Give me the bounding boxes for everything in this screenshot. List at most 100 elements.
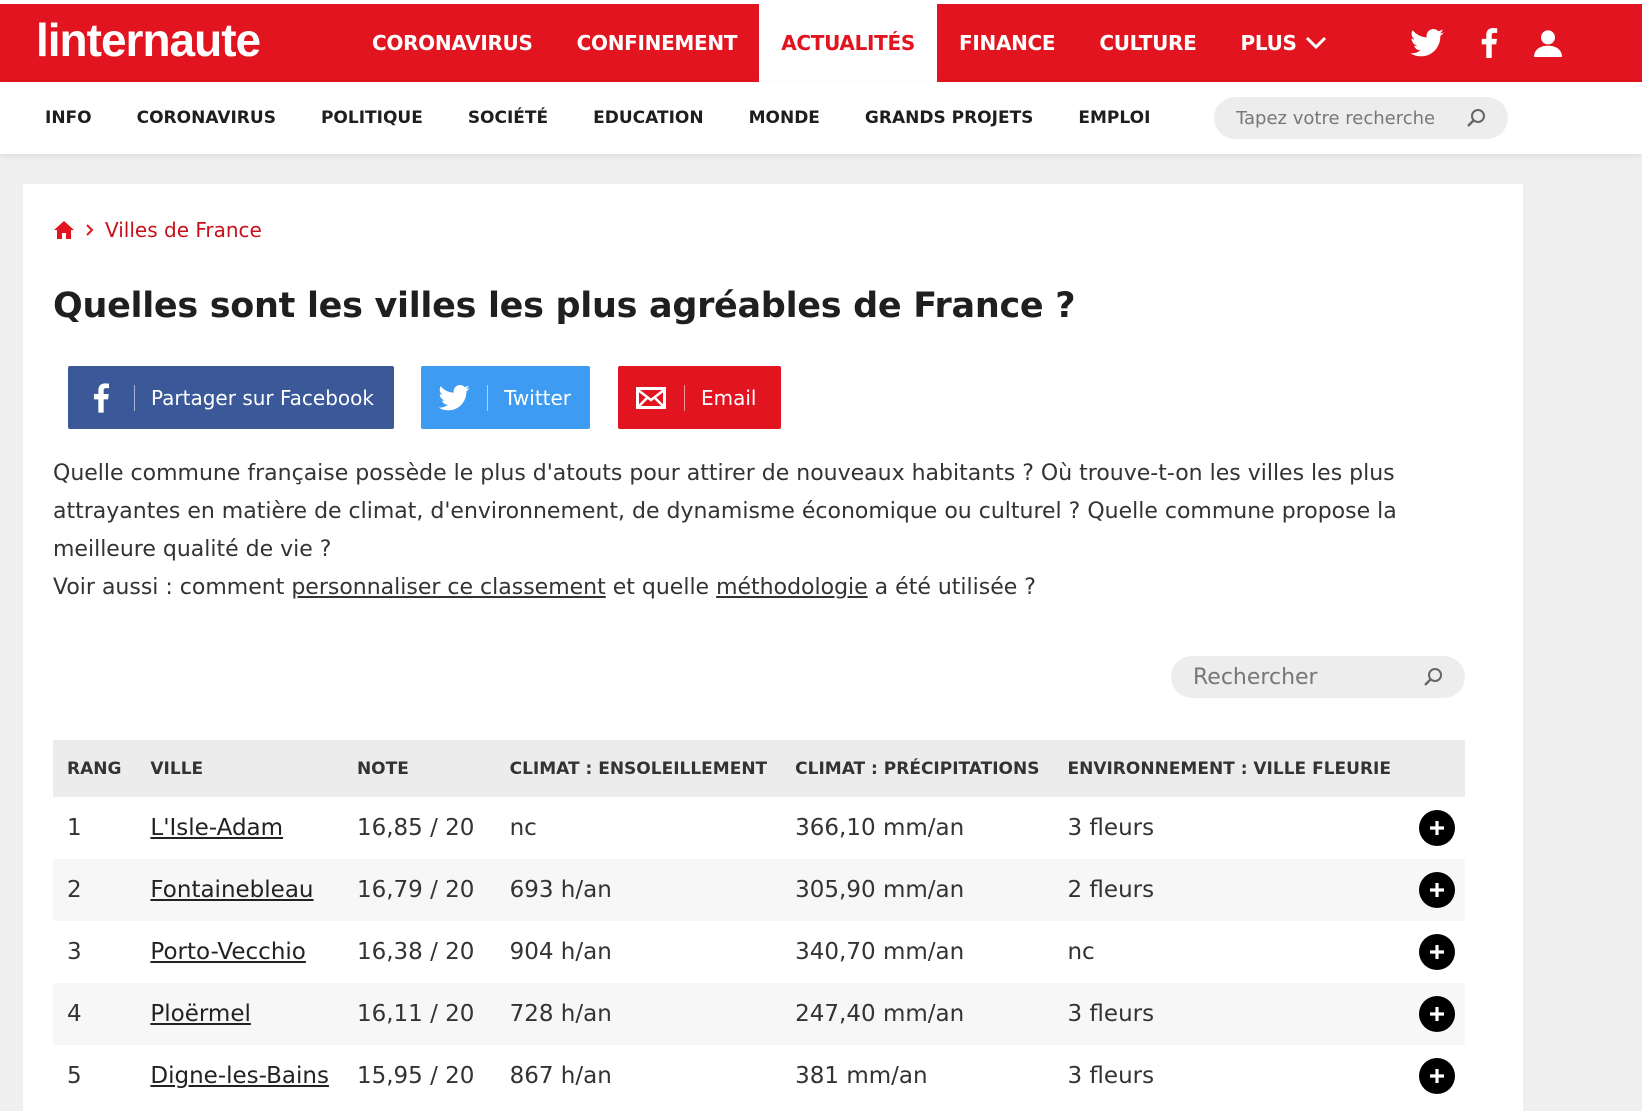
nav-label: PLUS xyxy=(1240,31,1297,55)
cell-ville: L'Isle-Adam xyxy=(136,797,343,859)
cell-ville: Digne-les-Bains xyxy=(136,1045,343,1107)
nav-culture[interactable]: CULTURE xyxy=(1077,4,1218,82)
cell-ville: Fontainebleau xyxy=(136,859,343,921)
col-precipitations[interactable]: CLIMAT : PRÉCIPITATIONS xyxy=(781,740,1053,797)
table-header-row: RANG VILLE NOTE CLIMAT : ENSOLEILLEMENT … xyxy=(53,740,1465,797)
see-also-suffix: a été utilisée ? xyxy=(867,575,1036,600)
nav-finance[interactable]: FINANCE xyxy=(937,4,1077,82)
search-icon[interactable] xyxy=(1466,108,1486,128)
city-link[interactable]: Fontainebleau xyxy=(150,877,313,903)
subnav-info[interactable]: INFO xyxy=(45,108,92,128)
cell-actions xyxy=(1405,983,1465,1045)
nav-label: CONFINEMENT xyxy=(576,31,738,55)
nav-actualites[interactable]: ACTUALITÉS xyxy=(759,4,937,82)
subnav-societe[interactable]: SOCIÉTÉ xyxy=(468,108,548,128)
cell-precipitations: 340,70 mm/an xyxy=(795,939,965,965)
nav-plus[interactable]: PLUS xyxy=(1219,4,1349,82)
city-link[interactable]: Digne-les-Bains xyxy=(150,1063,329,1089)
subnav-monde[interactable]: MONDE xyxy=(749,108,820,128)
breadcrumb: Villes de France xyxy=(53,218,262,242)
social-icons xyxy=(1410,4,1562,82)
svg-text:linternaute: linternaute xyxy=(36,14,261,66)
col-note[interactable]: NOTE xyxy=(343,740,496,797)
cell-precipitations: 247,40 mm/an xyxy=(795,1001,965,1027)
twitter-icon[interactable] xyxy=(1410,29,1444,57)
personalize-link[interactable]: personnaliser ce classement xyxy=(291,575,605,600)
share-twitter-button[interactable]: Twitter xyxy=(421,366,590,429)
col-actions xyxy=(1405,740,1465,797)
cell-note: 15,95 / 20 xyxy=(356,1063,475,1089)
page-title: Quelles sont les villes les plus agréabl… xyxy=(53,286,1076,326)
table-search-input[interactable] xyxy=(1193,664,1413,690)
cell-note: 16,85 / 20 xyxy=(356,815,475,841)
cell-ville-fleurie: 3 fleurs xyxy=(1067,1001,1155,1027)
search-icon[interactable] xyxy=(1423,667,1443,687)
table-row: 5 Digne-les-Bains 15,95 / 20 867 h/an 381 mm… xyxy=(53,1045,1465,1107)
chevron-right-icon xyxy=(86,224,94,236)
facebook-icon xyxy=(68,366,134,429)
nav-confinement[interactable]: CONFINEMENT xyxy=(555,4,760,82)
expand-row-button[interactable] xyxy=(1419,996,1455,1032)
cell-ville-fleurie: nc xyxy=(1067,939,1095,965)
nav-coronavirus[interactable]: CORONAVIRUS xyxy=(350,4,555,82)
cell-ville: Ploërmel xyxy=(136,983,343,1045)
divider xyxy=(487,384,488,411)
share-facebook-label: Partager sur Facebook xyxy=(151,385,374,410)
cell-ensoleillement: 867 h/an xyxy=(509,1063,612,1089)
expand-row-button[interactable] xyxy=(1419,934,1455,970)
cell-note: 16,11 / 20 xyxy=(356,1001,475,1027)
user-icon[interactable] xyxy=(1534,29,1562,57)
cell-ville: Porto-Vecchio xyxy=(136,921,343,983)
col-ensoleillement[interactable]: CLIMAT : ENSOLEILLEMENT xyxy=(496,740,782,797)
chevron-down-icon xyxy=(1305,36,1326,50)
expand-row-button[interactable] xyxy=(1419,1058,1455,1094)
facebook-icon[interactable] xyxy=(1480,28,1498,58)
cell-precipitations: 305,90 mm/an xyxy=(795,877,965,903)
plus-icon xyxy=(1430,821,1444,835)
site-search xyxy=(1214,97,1508,139)
subnav-politique[interactable]: POLITIQUE xyxy=(321,108,423,128)
plus-icon xyxy=(1430,945,1444,959)
subnav-education[interactable]: EDUCATION xyxy=(593,108,703,128)
plus-icon xyxy=(1430,1007,1444,1021)
table-row: 2 Fontainebleau 16,79 / 20 693 h/an 305,90 m… xyxy=(53,859,1465,921)
share-facebook-button[interactable]: Partager sur Facebook xyxy=(68,366,394,429)
cell-ville-fleurie: 3 fleurs xyxy=(1067,815,1155,841)
top-header: linternaute CORONAVIRUS CONFINEMENT ACTU… xyxy=(0,0,1642,82)
city-link[interactable]: Ploërmel xyxy=(150,1001,250,1027)
subnav-emploi[interactable]: EMPLOI xyxy=(1078,108,1150,128)
site-search-input[interactable] xyxy=(1236,107,1456,129)
share-email-button[interactable]: Email xyxy=(618,366,781,429)
home-icon[interactable] xyxy=(53,220,75,240)
breadcrumb-link[interactable]: Villes de France xyxy=(105,218,262,242)
table-row: 3 Porto-Vecchio 16,38 / 20 904 h/an 340,70 m… xyxy=(53,921,1465,983)
cell-precipitations: 366,10 mm/an xyxy=(795,815,965,841)
methodology-link[interactable]: méthodologie xyxy=(716,575,868,600)
expand-row-button[interactable] xyxy=(1419,810,1455,846)
site-logo[interactable]: linternaute xyxy=(34,14,324,68)
cell-ensoleillement: 904 h/an xyxy=(509,939,612,965)
plus-icon xyxy=(1430,883,1444,897)
divider xyxy=(134,384,135,411)
city-link[interactable]: Porto-Vecchio xyxy=(150,939,305,965)
cell-actions xyxy=(1405,1045,1465,1107)
subnav-grands-projets[interactable]: GRANDS PROJETS xyxy=(865,108,1033,128)
sub-nav: INFO CORONAVIRUS POLITIQUE SOCIÉTÉ EDUCA… xyxy=(45,82,1150,154)
cell-rang: 4 xyxy=(67,1001,82,1027)
nav-label: ACTUALITÉS xyxy=(781,31,915,55)
nav-label: FINANCE xyxy=(959,31,1056,55)
expand-row-button[interactable] xyxy=(1419,872,1455,908)
subnav-coronavirus[interactable]: CORONAVIRUS xyxy=(137,108,276,128)
col-ville[interactable]: VILLE xyxy=(136,740,343,797)
see-also-line: Voir aussi : comment personnaliser ce cl… xyxy=(53,569,1473,607)
mail-icon xyxy=(618,366,684,429)
col-ville-fleurie[interactable]: ENVIRONNEMENT : VILLE FLEURIE xyxy=(1053,740,1405,797)
content-card: Villes de France Quelles sont les villes… xyxy=(23,184,1523,1111)
col-rang[interactable]: RANG xyxy=(53,740,136,797)
cell-actions xyxy=(1405,859,1465,921)
cell-ensoleillement: nc xyxy=(509,815,537,841)
city-link[interactable]: L'Isle-Adam xyxy=(150,815,283,841)
ranking-table: RANG VILLE NOTE CLIMAT : ENSOLEILLEMENT … xyxy=(53,740,1465,1107)
table-row: 1 L'Isle-Adam 16,85 / 20 nc 366,10 mm/an 3 fl… xyxy=(53,797,1465,859)
intro-paragraph: Quelle commune française possède le plus… xyxy=(53,461,1397,562)
